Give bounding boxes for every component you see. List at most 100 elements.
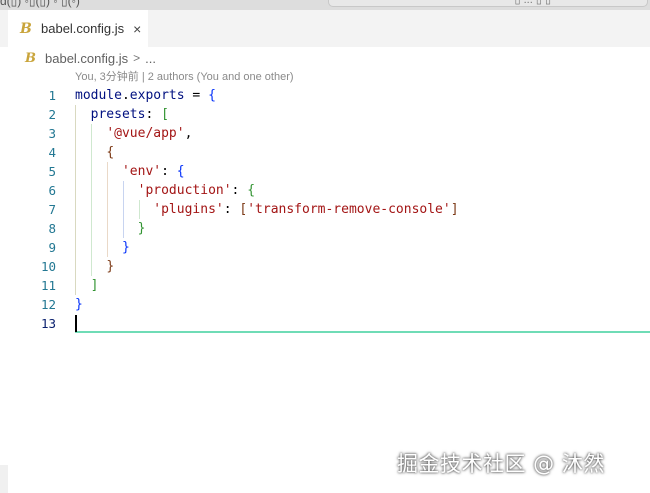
babel-icon: B [25, 50, 36, 66]
indent-guide [91, 124, 92, 143]
code-token: : [145, 107, 162, 122]
line-number: 8 [48, 221, 56, 236]
indent-guide [91, 181, 92, 200]
code-line[interactable]: { [75, 143, 650, 162]
code-line[interactable]: module.exports = { [75, 86, 650, 105]
indent-guide [75, 105, 76, 124]
command-center-search[interactable]: ▯ ... ▯ ▯ [328, 0, 648, 7]
indent-guide [75, 162, 76, 181]
code-token: 'plugins' [153, 202, 224, 217]
indent-guide [107, 219, 108, 238]
code-token: } [75, 297, 83, 312]
code-token: : [161, 164, 177, 179]
breadcrumb-file[interactable]: babel.config.js [45, 51, 128, 66]
breadcrumb: B babel.config.js > ... [0, 47, 650, 69]
code-token: { [247, 183, 256, 198]
line-number-active: 13 [40, 316, 56, 331]
line-number: 9 [48, 240, 56, 255]
indent-guide [75, 238, 76, 257]
indent-guide [123, 219, 124, 238]
indent-guide [91, 238, 92, 257]
line-number: 1 [48, 88, 56, 103]
line-number-gutter: 1 2 3 4 5 6 7 8 9 10 11 12 13 [0, 86, 56, 333]
code-token: module [75, 88, 122, 103]
indent-guide [75, 143, 76, 162]
indent-guide [91, 162, 92, 181]
line-number: 7 [48, 202, 56, 217]
editor-tab-bar: B babel.config.js × [0, 10, 650, 47]
indent-guide [107, 181, 108, 200]
code-token: 'production' [137, 183, 232, 198]
code-token: } [121, 240, 130, 255]
indent-guide [75, 200, 76, 219]
code-token: , [184, 126, 193, 141]
line-number: 4 [48, 145, 56, 160]
indent-guide [91, 219, 92, 238]
code-line[interactable]: 'env': { [75, 162, 650, 181]
code-line[interactable]: ] [75, 276, 650, 295]
command-center-text: ▯ ... ▯ ▯ [514, 0, 552, 6]
line-number: 6 [48, 183, 56, 198]
indent-guide [75, 219, 76, 238]
activity-bar-edge [0, 465, 8, 493]
code-editor[interactable]: You, 3分钟前 | 2 authors (You and one other… [0, 69, 650, 493]
indent-guide [75, 181, 76, 200]
indent-guide [107, 238, 108, 257]
indent-guide [123, 200, 124, 219]
code-token: 'transform-remove-console' [247, 202, 451, 217]
code-token: { [176, 164, 185, 179]
code-token: presets [90, 107, 146, 122]
code-lines[interactable]: module.exports = { presets: [ '@vue/app'… [75, 86, 650, 333]
indent-guide [91, 257, 92, 276]
line-number: 2 [48, 107, 56, 122]
code-token: } [137, 221, 146, 236]
code-token: ] [450, 202, 459, 217]
indent-guide [91, 143, 92, 162]
code-token: '@vue/app' [106, 126, 185, 141]
indent-guide [139, 200, 140, 219]
title-bar: ɑ(▯) ◦▯(▯) ◦ ▯(◦) ▯ ... ▯ ▯ [0, 0, 650, 10]
git-blame-codelens[interactable]: You, 3分钟前 | 2 authors (You and one other… [75, 69, 294, 86]
code-line[interactable]: 'plugins': ['transform-remove-console'] [75, 200, 650, 219]
tab-label: babel.config.js [41, 21, 125, 36]
code-token: { [208, 88, 216, 103]
code-token: : [231, 183, 248, 198]
indent-guide [107, 200, 108, 219]
code-token: [ [161, 107, 169, 122]
code-line[interactable]: } [75, 219, 650, 238]
line-number: 3 [48, 126, 56, 141]
line-number: 10 [40, 259, 56, 274]
line-number: 5 [48, 164, 56, 179]
chevron-right-icon: > [133, 51, 141, 65]
line-number: 12 [40, 297, 56, 312]
indent-guide [107, 162, 108, 181]
indent-guide [123, 181, 124, 200]
code-token: = [184, 88, 209, 103]
code-line[interactable]: '@vue/app', [75, 124, 650, 143]
line-number: 11 [40, 278, 56, 293]
code-line[interactable]: } [75, 295, 650, 314]
code-token: 'env' [121, 164, 162, 179]
tab-babel-config[interactable]: B babel.config.js × [8, 10, 148, 47]
text-cursor [75, 315, 77, 332]
code-token: exports [129, 88, 185, 103]
code-line[interactable]: } [75, 257, 650, 276]
indent-guide [75, 124, 76, 143]
code-line[interactable]: presets: [ [75, 105, 650, 124]
code-line[interactable]: } [75, 238, 650, 257]
babel-icon: B [20, 20, 32, 37]
code-token: . [121, 88, 130, 103]
title-bar-menu-text: ɑ(▯) ◦▯(▯) ◦ ▯(◦) [0, 0, 80, 8]
breadcrumb-symbols[interactable]: ... [145, 51, 156, 66]
indent-guide [91, 200, 92, 219]
code-token: : [223, 202, 240, 217]
indent-guide [75, 276, 76, 295]
code-line-active[interactable] [75, 314, 650, 333]
watermark: 掘金技术社区 @ 沐然 [397, 452, 605, 476]
code-token: } [106, 259, 115, 274]
close-icon[interactable]: × [133, 21, 141, 37]
code-line[interactable]: 'production': { [75, 181, 650, 200]
code-token: ] [90, 278, 99, 293]
code-token: { [106, 145, 115, 160]
indent-guide [75, 257, 76, 276]
